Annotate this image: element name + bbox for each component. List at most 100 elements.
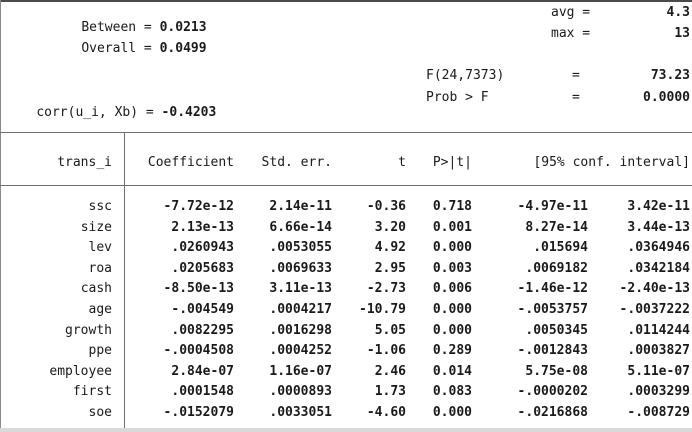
cell-hi: 3.42e-11 [627,199,690,214]
cell-p: 0.000 [432,322,472,338]
cell-hi: 5.11e-07 [627,363,690,379]
cell-p: 0.083 [432,384,472,400]
cell-p: 0.006 [432,281,472,297]
cell-hi: 3.44e-13 [627,219,690,235]
cell-t: 1.73 [374,384,406,400]
header-coefficient: Coefficient [147,155,234,170]
cell-t: -10.79 [359,302,406,317]
cell-lo: .0069182 [525,260,588,276]
cell-t: 2.46 [374,363,406,379]
row-variable-name: cash [80,281,112,297]
cell-se: .0016298 [269,322,332,338]
cell-hi: -.008729 [627,405,690,420]
cell-hi: -.0037222 [619,302,690,317]
cell-coef: -7.72e-12 [163,199,234,214]
avg-label: avg = [551,5,591,20]
cell-hi: .0114244 [627,322,690,338]
cell-se: 2.14e-11 [269,199,332,214]
cell-t: -2.73 [366,281,406,297]
cell-coef: .0001548 [171,384,234,400]
cell-se: 3.11e-13 [269,281,332,297]
cell-coef: 2.13e-13 [171,219,234,235]
overall-label: Overall = [81,41,160,56]
cell-lo: 8.27e-14 [525,219,588,235]
cell-hi: .0342184 [627,260,690,276]
cell-p: 0.718 [432,199,472,214]
row-variable-name: lev [88,240,112,256]
cell-lo: .0050345 [525,322,588,338]
cell-coef: -.0152079 [163,405,234,420]
cell-t: -0.36 [366,199,406,214]
cell-hi: .0003299 [627,384,690,400]
row-variable-name: ssc [88,199,112,214]
table-top-rule [0,132,692,133]
cell-coef: -.0004508 [163,343,234,359]
corr-label: corr(u_i, Xb) = [36,105,162,120]
max-value: 13 [674,26,690,41]
cell-coef: -.004549 [171,302,234,317]
header-std-err: Std. err. [261,155,332,170]
row-variable-name: ppe [88,343,112,359]
cell-p: 0.000 [432,405,472,420]
cell-se: .0033051 [269,405,332,420]
cell-p: 0.000 [432,302,472,317]
row-variable-name: first [72,384,112,400]
row-variable-name: soe [88,405,112,420]
cell-t: -1.06 [366,343,406,359]
cell-t: 5.05 [374,322,406,338]
overall-r2: Overall = 0.0499 [6,26,207,71]
cell-t: 2.95 [374,260,406,276]
cell-coef: .0205683 [171,260,234,276]
cell-lo: .015694 [533,240,588,256]
cell-t: 3.20 [374,219,406,235]
cell-se: 1.16e-07 [269,363,332,379]
row-variable-name: roa [88,260,112,276]
cell-coef: .0082295 [171,322,234,338]
cell-hi: .0364946 [627,240,690,256]
row-variable-name: age [88,302,112,317]
row-variable-name: growth [65,322,112,338]
cell-lo: -.0053757 [517,302,588,317]
cell-coef: -8.50e-13 [163,281,234,297]
f-stat-label: F(24,7373) [426,68,505,83]
header-p: P>|t| [432,155,472,170]
cell-se: 6.66e-14 [269,219,332,235]
depvar-label: trans_i [57,155,112,170]
cell-se: .0053055 [269,240,332,256]
cell-se: .0004252 [269,343,332,359]
corr-ui-xb: corr(u_i, Xb) = -0.4203 [5,90,216,135]
stata-results-window: Between = 0.0213 Overall = 0.0499 avg = … [0,0,692,432]
prob-f-value: 0.0000 [643,90,690,105]
header-t: t [398,155,406,170]
f-stat-value: 73.23 [650,68,690,83]
table-column-separator [124,132,125,432]
avg-value: 4.3 [666,5,690,20]
cell-lo: -4.97e-11 [517,199,588,214]
header-conf-interval: [95% conf. interval] [533,155,690,170]
cell-p: 0.001 [432,219,472,235]
cell-coef: 2.84e-07 [171,363,234,379]
cell-lo: -.0216868 [517,405,588,420]
f-stat-eq: = [572,68,580,83]
corr-value: -0.4203 [161,105,217,120]
window-top-border [0,0,692,2]
cell-p: 0.000 [432,240,472,256]
cell-p: 0.289 [432,343,472,359]
row-variable-name: size [80,219,112,235]
cell-p: 0.014 [432,363,472,379]
horizontal-scrollbar[interactable] [0,428,692,432]
cell-se: .0004217 [269,302,332,317]
cell-se: .0000893 [269,384,332,400]
cell-t: -4.60 [366,405,406,420]
cell-coef: .0260943 [171,240,234,256]
cell-p: 0.003 [432,260,472,276]
cell-hi: -2.40e-13 [619,281,690,297]
prob-f-label: Prob > F [426,90,489,105]
prob-f-eq: = [572,90,580,105]
table-header-rule [0,185,692,186]
row-variable-name: employee [49,363,112,379]
cell-lo: -1.46e-12 [517,281,588,297]
overall-value: 0.0499 [159,41,207,56]
max-label: max = [551,26,591,41]
cell-se: .0069633 [269,260,332,276]
